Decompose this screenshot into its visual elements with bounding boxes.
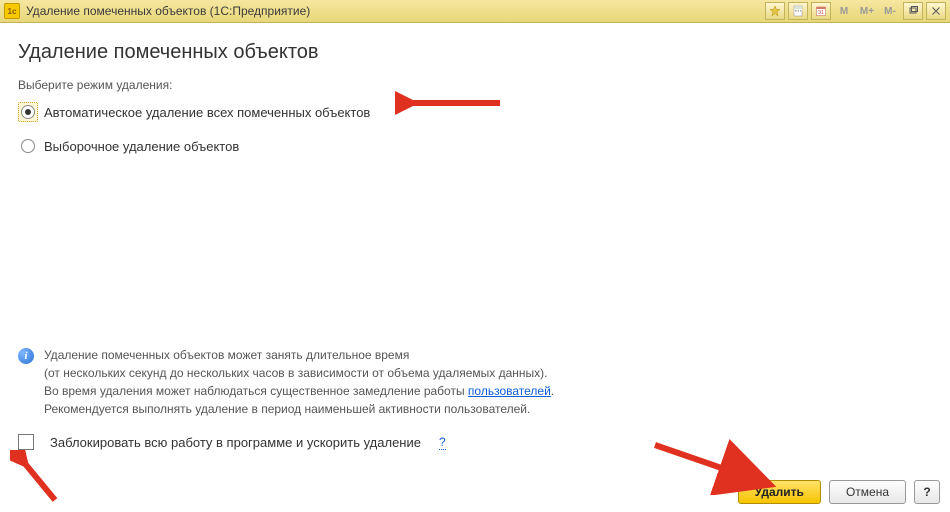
cancel-button[interactable]: Отмена [829,480,906,504]
toolbar-m-plus[interactable]: M+ [857,3,877,19]
footer: Удалить Отмена ? [738,480,940,504]
checkbox-help-link[interactable]: ? [439,435,446,450]
window-title: Удаление помеченных объектов (1С:Предпри… [26,4,310,18]
titlebar-right: 31 M M+ M- [765,0,946,22]
radio-selective-label: Выборочное удаление объектов [44,139,239,154]
toolbar-calendar-icon[interactable]: 31 [811,2,831,20]
radio-auto-delete[interactable]: Автоматическое удаление всех помеченных … [18,102,932,122]
info-line3: Во время удаления может наблюдаться суще… [44,382,554,400]
info-line4: Рекомендуется выполнять удаление в перио… [44,400,554,418]
mode-prompt: Выберите режим удаления: [18,78,932,92]
annotation-arrow-2 [10,450,65,505]
toolbar-m-minus[interactable]: M- [880,3,900,19]
info-text: Удаление помеченных объектов может занят… [44,346,554,418]
info-line1: Удаление помеченных объектов может занят… [44,346,554,364]
radio-icon [21,139,35,153]
block-checkbox[interactable] [18,434,34,450]
info-icon: i [18,348,34,364]
radio-icon [21,105,35,119]
content: Удаление помеченных объектов Выберите ре… [0,23,950,450]
window-close-icon[interactable] [926,2,946,20]
window-restore-icon[interactable] [903,2,923,20]
toolbar-m[interactable]: M [834,3,854,19]
toolbar-calc-icon[interactable] [788,2,808,20]
block-checkbox-label: Заблокировать всю работу в программе и у… [50,435,421,450]
help-button[interactable]: ? [914,480,940,504]
toolbar-favorite-icon[interactable] [765,2,785,20]
radio-selective-delete[interactable]: Выборочное удаление объектов [18,136,932,156]
block-checkbox-row: Заблокировать всю работу в программе и у… [18,434,932,450]
titlebar: 1c Удаление помеченных объектов (1С:Пред… [0,0,950,23]
users-link[interactable]: пользователей [468,384,551,398]
info-line2: (от нескольких секунд до нескольких часо… [44,364,554,382]
radio-auto-label: Автоматическое удаление всех помеченных … [44,105,370,120]
app-icon: 1c [4,3,20,19]
svg-text:31: 31 [818,10,824,16]
delete-button[interactable]: Удалить [738,480,821,504]
info-block: i Удаление помеченных объектов может зан… [18,346,932,418]
page-title: Удаление помеченных объектов [18,41,932,64]
